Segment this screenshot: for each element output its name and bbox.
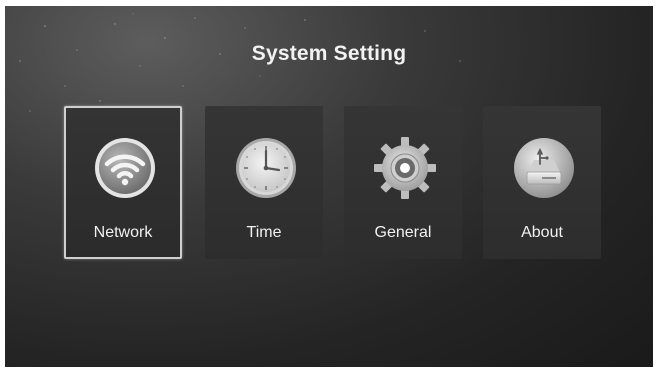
about-label: About xyxy=(521,224,563,241)
drive-info-icon xyxy=(514,138,574,198)
gear-icon xyxy=(374,137,436,199)
about-tile[interactable]: About xyxy=(483,106,601,259)
network-tile[interactable]: Network xyxy=(64,106,182,259)
system-setting-screen: System Setting Network Time General Abou… xyxy=(5,6,653,367)
page-title: System Setting xyxy=(251,42,407,65)
time-tile[interactable]: Time xyxy=(205,106,323,259)
time-label: Time xyxy=(246,224,282,241)
general-label: General xyxy=(374,224,432,241)
general-tile[interactable]: General xyxy=(344,106,462,259)
network-label: Network xyxy=(93,224,153,241)
clock-icon xyxy=(236,138,296,198)
wifi-icon xyxy=(95,138,155,198)
